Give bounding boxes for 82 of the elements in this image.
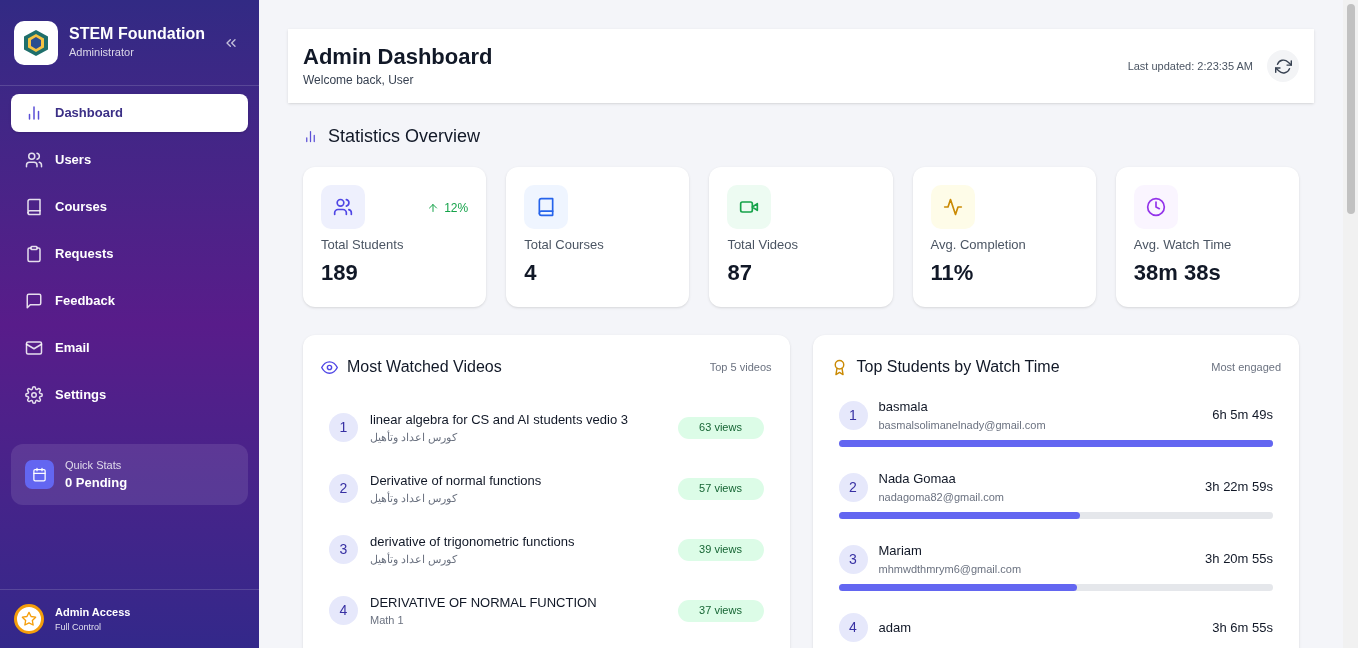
video-title: DERIVATIVE OF NORMAL FUNCTION — [370, 593, 598, 612]
sidebar-item[interactable]: Courses — [11, 188, 248, 226]
panel-note: Top 5 videos — [709, 359, 772, 375]
sidebar-item[interactable]: Requests — [11, 235, 248, 273]
star-icon — [21, 611, 37, 627]
bar-chart-icon — [303, 128, 318, 144]
rank-badge: 1 — [329, 413, 358, 442]
users-icon — [25, 151, 43, 169]
course-name: كورس اعداد وتأهيل — [370, 429, 459, 446]
video-title: derivative of trigonometric functions — [370, 532, 576, 551]
rank-badge: 3 — [329, 535, 358, 564]
hexagon-logo-icon — [24, 29, 48, 56]
stat-label: Avg. Completion — [930, 235, 1027, 254]
clipboard-icon — [25, 245, 43, 263]
rank-badge: 4 — [838, 613, 868, 642]
student-email: nadagoma82@gmail.com — [878, 489, 1005, 505]
course-name: كورس اعداد وتأهيل — [370, 551, 459, 568]
section-title: Statistics Overview — [328, 124, 481, 148]
watch-time: 6h 5m 49s — [1212, 406, 1273, 425]
stat-value: 87 — [727, 259, 753, 287]
book-icon — [536, 197, 557, 217]
brand-title: STEM Foundation — [69, 24, 206, 45]
student-email: basmalsolimanelnady@gmail.com — [878, 417, 1047, 433]
users-icon — [333, 197, 353, 217]
student-name: Mariam — [878, 542, 923, 560]
stat-value: 38m 38s — [1133, 259, 1222, 287]
views-badge: 37 views — [677, 599, 764, 622]
arrow-up-icon — [427, 202, 440, 214]
student-name: basmala — [878, 398, 929, 416]
admin-access-subtitle: Full Control — [55, 620, 102, 634]
eye-icon — [321, 358, 338, 376]
student-name: adam — [878, 618, 913, 637]
watch-time: 3h 22m 59s — [1205, 478, 1273, 497]
sidebar-item[interactable]: Users — [11, 141, 248, 179]
welcome-text: Welcome back, User — [303, 72, 415, 89]
quick-stats-label: Quick Stats — [65, 457, 123, 473]
brand-subtitle: Administrator — [69, 45, 135, 61]
stat-label: Total Videos — [727, 235, 799, 254]
stat-label: Total Courses — [524, 235, 605, 254]
watch-time: 3h 20m 55s — [1205, 550, 1273, 569]
course-name: Math 1 — [370, 613, 405, 628]
course-name: كورس اعداد وتأهيل — [370, 490, 459, 507]
views-badge: 39 views — [677, 538, 764, 561]
sidebar-item[interactable]: Feedback — [11, 282, 248, 320]
refresh-button[interactable] — [1267, 50, 1299, 82]
admin-access-title: Admin Access — [55, 605, 131, 620]
clock-icon — [1145, 197, 1166, 217]
watch-time: 3h 6m 55s — [1212, 618, 1273, 637]
rank-badge: 2 — [329, 474, 358, 503]
rank-badge: 4 — [329, 596, 358, 625]
scrollbar[interactable] — [1343, 0, 1358, 648]
sidebar-item[interactable]: Settings — [11, 376, 248, 414]
stat-label: Avg. Watch Time — [1133, 235, 1233, 254]
video-title: Derivative of normal functions — [370, 471, 543, 490]
stat-label: Total Students — [321, 235, 405, 254]
book-icon — [25, 198, 43, 216]
views-badge: 63 views — [677, 416, 764, 439]
refresh-icon — [1274, 57, 1292, 75]
last-updated: Last updated: 2:23:35 AM — [1127, 58, 1253, 74]
student-email: mhmwdthmrym6@gmail.com — [878, 561, 1023, 577]
trend-value: 12% — [444, 200, 469, 217]
panel-title: Most Watched Videos — [347, 357, 503, 377]
views-badge: 57 views — [677, 477, 764, 500]
stat-value: 11% — [930, 259, 975, 287]
page-title: Admin Dashboard — [303, 43, 494, 71]
settings-icon — [25, 386, 43, 404]
rank-badge: 3 — [838, 544, 868, 574]
sidebar-item[interactable]: Email — [11, 329, 248, 367]
pending-count: 0 Pending — [65, 474, 128, 492]
sidebar-item[interactable]: Dashboard — [11, 94, 248, 132]
mail-icon — [25, 339, 43, 357]
rank-badge: 1 — [838, 400, 868, 430]
student-name: Nada Gomaa — [878, 470, 957, 488]
video-title: linear algebra for CS and AI students vedio 3 — [370, 410, 629, 429]
message-icon — [25, 292, 43, 310]
panel-title: Top Students by Watch Time — [856, 357, 1061, 377]
calendar-icon — [32, 467, 47, 482]
stat-value: 189 — [321, 259, 359, 287]
stat-value: 4 — [524, 259, 538, 287]
rank-badge: 2 — [838, 472, 868, 502]
panel-note: Most engaged — [1211, 359, 1281, 375]
pulse-icon — [942, 197, 963, 217]
